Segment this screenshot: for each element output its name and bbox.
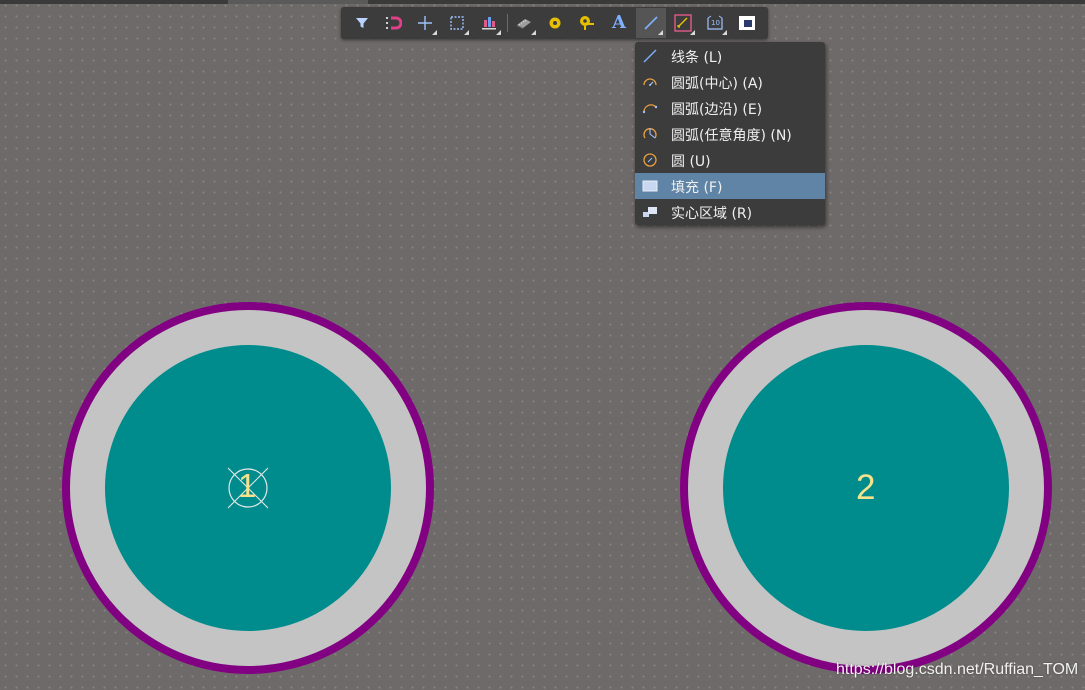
menu-item-arc-edge[interactable]: 圆弧(边沿) (E)	[635, 95, 825, 121]
polygon-icon[interactable]: 10	[700, 8, 730, 38]
menu-item-label: 圆弧(中心) (A)	[671, 76, 763, 92]
arc-edge-icon	[642, 104, 658, 114]
toolbar-separator	[507, 14, 508, 32]
pad-icon[interactable]	[572, 8, 602, 38]
menu-item-fill[interactable]: 填充 (F)	[635, 173, 825, 199]
filter-icon[interactable]	[347, 8, 377, 38]
text-icon[interactable]: A	[604, 8, 634, 38]
active-bar-toolbar: A 10	[341, 7, 768, 39]
menu-item-arc-any-angle[interactable]: 圆弧(任意角度) (N)	[635, 121, 825, 147]
menu-item-label: 填充 (F)	[671, 180, 723, 196]
menu-item-label: 圆弧(边沿) (E)	[671, 102, 763, 118]
top-strip	[0, 0, 1085, 4]
pad-1-label: 1	[238, 467, 257, 504]
menu-item-label: 线条 (L)	[671, 50, 723, 66]
circle-icon	[643, 153, 657, 167]
menu-item-label: 圆 (U)	[671, 154, 711, 170]
menu-item-solid-region[interactable]: 实心区域 (R)	[635, 199, 825, 225]
arc-center-icon	[643, 78, 657, 86]
menu-item-circle[interactable]: 圆 (U)	[635, 147, 825, 173]
tab-indicator	[228, 0, 368, 4]
menu-item-line[interactable]: 线条 (L)	[635, 43, 825, 69]
fill-icon	[642, 180, 658, 192]
component-icon[interactable]	[509, 8, 539, 38]
solid-region-icon	[643, 207, 657, 217]
crosshair-icon[interactable]	[410, 8, 440, 38]
dimension-icon[interactable]	[668, 8, 698, 38]
place-line-dropdown-menu: 线条 (L) 圆弧(中心) (A) 圆弧(边沿) (E) 圆弧(任意角度) (N…	[635, 42, 825, 225]
board-icon[interactable]	[732, 8, 762, 38]
line-icon	[643, 49, 657, 63]
line-icon[interactable]	[636, 8, 666, 38]
menu-item-label: 圆弧(任意角度) (N)	[671, 128, 792, 144]
menu-item-arc-center[interactable]: 圆弧(中心) (A)	[635, 69, 825, 95]
svg-text:10: 10	[711, 19, 720, 27]
arc-any-angle-icon	[643, 128, 657, 139]
rect-select-icon[interactable]	[442, 8, 472, 38]
align-icon[interactable]	[474, 8, 504, 38]
pad-1[interactable]: 1	[57, 297, 439, 679]
pad-2-label: 2	[856, 468, 876, 507]
watermark-text: https://blog.csdn.net/Ruffian_TOM	[836, 661, 1079, 678]
snap-magnet-icon[interactable]	[378, 8, 408, 38]
via-icon[interactable]	[540, 8, 570, 38]
menu-item-label: 实心区域 (R)	[671, 206, 753, 222]
text-icon-glyph: A	[612, 12, 626, 33]
pad-2[interactable]: 2	[675, 297, 1057, 679]
